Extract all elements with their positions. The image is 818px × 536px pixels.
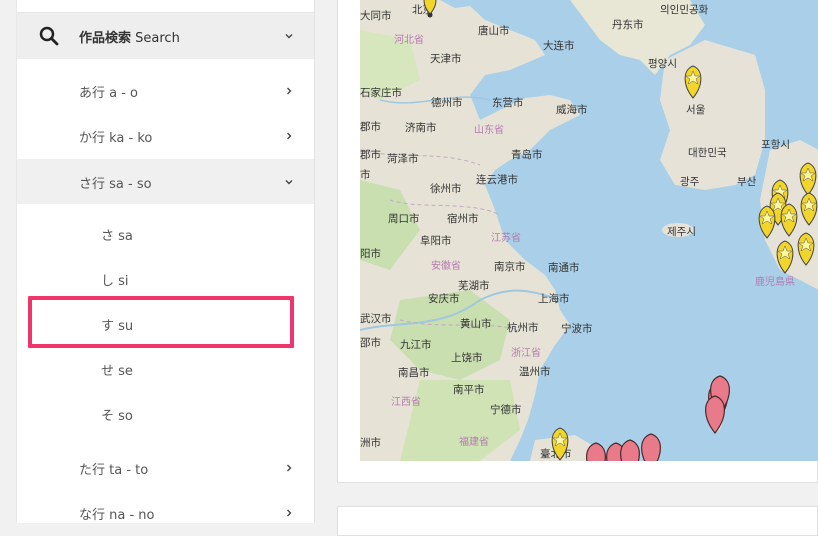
map-card: 大同市 北京 河北省 唐山市 大连市 丹东市 의인민공화 天津市 평양시 石家庄… [337,0,818,483]
search-title-en: Search [135,31,180,46]
map-label: 鹿児島県 [755,275,795,288]
chevron-right-icon [287,464,292,472]
map-label: 포항시 [761,139,790,151]
map-label: 上饶市 [451,351,483,364]
map-label: 丹东市 [612,18,644,31]
chevron-down-icon [285,180,293,185]
map-label: 의인민공화 [660,4,709,16]
chevron-right-icon [287,132,292,140]
map-label: 洲市 [360,436,381,449]
map-label: 芜湖市 [458,279,490,292]
highlight-box [28,296,294,348]
map-label: 德州市 [431,96,463,109]
map-label: 대한민국 [688,147,727,159]
map-label: 石家庄市 [360,86,402,99]
sub-item-label: せ se [101,364,133,379]
map-label: 南昌市 [398,366,430,379]
sidebar-item-ka-row[interactable]: か行 ka - ko [17,113,314,158]
sidebar-item-ta-row[interactable]: た行 ta - to [17,445,314,490]
search-title: 作品検索 Search [79,27,180,46]
map-label: 温州市 [519,365,551,378]
map-label: 威海市 [556,103,588,116]
sidebar-item-sa-row[interactable]: さ行 sa - so [17,159,314,204]
map-label: 徐州市 [430,182,462,195]
map-label: 东营市 [492,96,524,109]
map-label: 安庆市 [428,292,460,305]
sidebar-item-na-row[interactable]: な行 na - no [17,490,314,523]
sub-item-so[interactable]: そ so [17,391,314,436]
map-label: 阳市 [360,247,381,260]
map-label: 평양시 [648,58,677,70]
pink-markers [586,375,730,461]
map-label: 济南市 [405,121,437,134]
sidebar-item-label: さ行 sa - so [79,177,152,192]
map-label: 菏泽市 [387,152,419,165]
map-label: 제주시 [667,226,696,238]
map-label: 唐山市 [478,24,510,37]
chevron-down-icon [285,34,293,39]
sidebar-item-label: な行 na - no [79,508,155,523]
map-label: 郡市 [360,120,381,133]
chevron-right-icon [287,509,292,517]
sub-item-label: し si [101,274,129,289]
map-label: 宁德市 [490,403,522,416]
map-label: 阜阳市 [420,234,452,247]
map-label: 河北省 [394,33,424,46]
map-label: 天津市 [430,52,462,65]
search-icon [39,26,59,46]
map-canvas: 大同市 北京 河北省 唐山市 大连市 丹东市 의인민공화 天津市 평양시 石家庄… [360,0,818,461]
sub-item-si[interactable]: し si [17,256,314,301]
map-label: 大连市 [543,39,575,52]
map-label: 郡市 [360,148,381,161]
sub-item-label: そ so [101,409,133,424]
sidebar-item-a-row[interactable]: あ行 a - o [17,68,314,113]
sub-item-sa[interactable]: さ sa [17,211,314,256]
map-label: 宿州市 [447,212,479,225]
sidebar-item-label: か行 ka - ko [79,131,153,146]
sidebar-top-strip [17,0,314,13]
search-accordion-header[interactable]: 作品検索 Search [17,13,314,59]
map-label: 杭州市 [507,321,539,334]
map-label: 부산 [737,176,757,188]
map-label: 周口市 [388,212,420,225]
pink-marker-icon[interactable] [641,433,661,461]
map-label: 安徽省 [431,259,461,272]
map-label: 浙江省 [511,346,541,359]
map-label: 邵市 [360,336,381,349]
map-label: 山东省 [474,123,504,136]
map-label: 青岛市 [511,148,543,161]
map-label: 서울 [686,104,706,116]
map-label: 连云港市 [476,173,518,186]
map-label: 광주 [680,176,700,188]
map-label: 南京市 [494,260,526,273]
sub-item-label: さ sa [101,229,133,244]
map-label: 上海市 [538,292,570,305]
chevron-right-icon [287,87,292,95]
search-title-jp: 作品検索 [79,31,132,46]
pink-marker-icon[interactable] [620,439,640,461]
map-label: 江苏省 [491,231,521,244]
sub-item-se[interactable]: せ se [17,346,314,391]
map-label: 南通市 [548,261,580,274]
map-view[interactable]: 大同市 北京 河北省 唐山市 大连市 丹东市 의인민공화 天津市 평양시 石家庄… [360,0,818,461]
map-label: 江西省 [391,395,421,408]
sidebar-item-label: あ行 a - o [79,86,139,101]
sidebar-item-label: た行 ta - to [79,463,149,478]
sidebar: 作品検索 Search あ行 a - o か行 ka - ko さ行 sa - … [16,0,315,523]
map-label: 南平市 [453,383,485,396]
map-label: 大同市 [360,9,392,22]
map-label: 宁波市 [561,322,593,335]
map-label: 福建省 [459,435,489,448]
map-label: 九江市 [400,338,432,351]
map-label: 武汉市 [360,312,392,325]
map-label: 市 [360,168,371,181]
pink-marker-icon[interactable] [705,395,725,434]
map-label: 黄山市 [460,317,492,330]
bottom-card [337,506,818,536]
